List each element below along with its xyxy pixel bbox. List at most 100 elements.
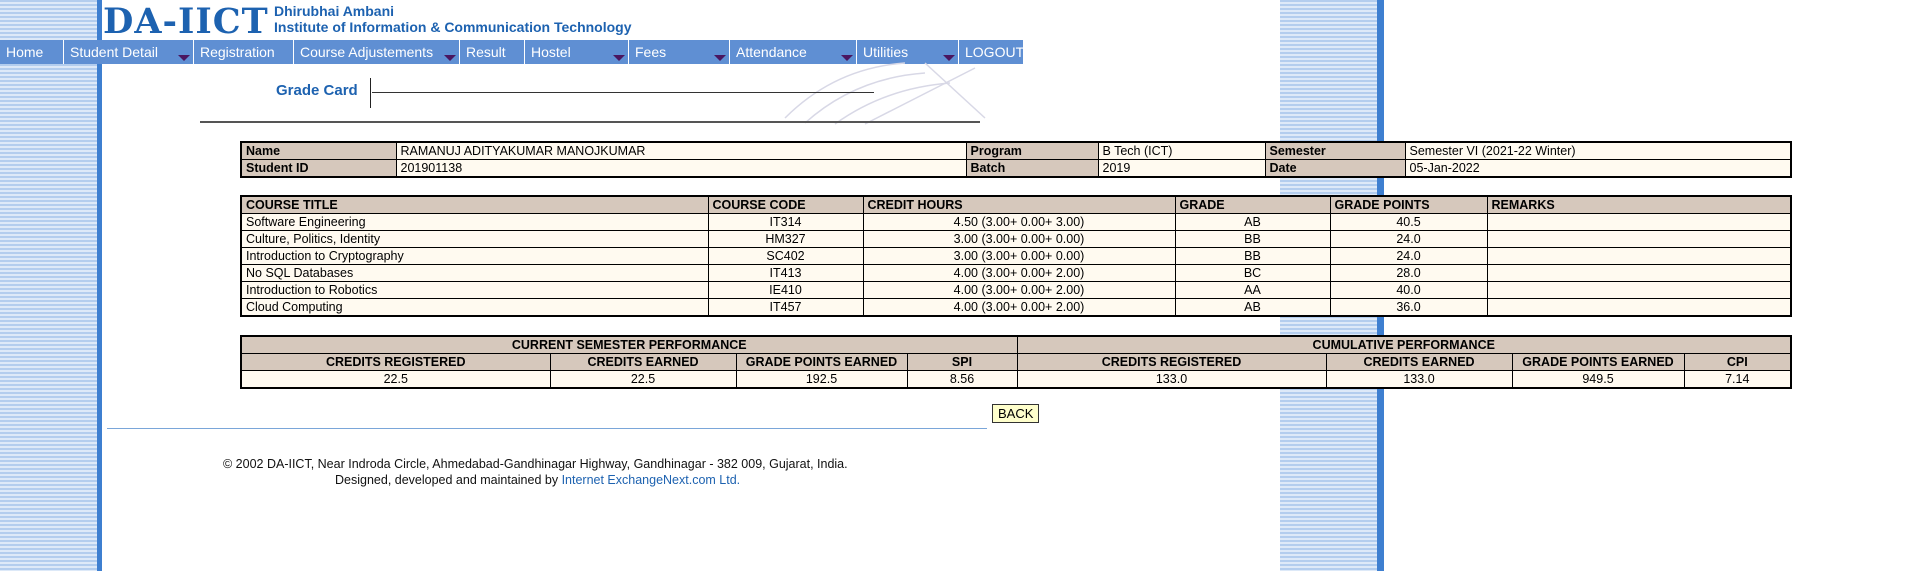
performance-title-row: CURRENT SEMESTER PERFORMANCE CUMULATIVE … (240, 335, 1792, 354)
logo[interactable]: DA-IICT (103, 1, 269, 42)
col-credits-registered: CREDITS REGISTERED (240, 353, 551, 371)
grade-points: 24.0 (1329, 230, 1488, 248)
institute-name-line2: Institute of Information & Communication… (274, 19, 632, 35)
spi-value: 8.56 (906, 370, 1018, 389)
course-title: Introduction to Robotics (240, 281, 709, 299)
date-label: Date (1264, 159, 1406, 178)
left-stripe-panel (0, 0, 97, 571)
student-id-label: Student ID (240, 159, 397, 178)
nav-label: Hostel (531, 44, 571, 60)
footer-vendor-link[interactable]: Internet ExchangeNext.com Ltd. (562, 473, 741, 487)
cum-credits-registered: 133.0 (1016, 370, 1327, 389)
student-name: RAMANUJ ADITYAKUMAR MANOJKUMAR (395, 141, 967, 160)
course-header-row: COURSE TITLE COURSE CODE CREDIT HOURS GR… (240, 195, 1792, 214)
current-semester-performance-title: CURRENT SEMESTER PERFORMANCE (240, 335, 1018, 354)
credit-hours: 3.00 (3.00+ 0.00+ 0.00) (862, 230, 1176, 248)
nav-label: Course Adjustements (300, 44, 434, 60)
watermark-graphic (784, 62, 986, 125)
course-title: Introduction to Cryptography (240, 247, 709, 265)
col-spi: SPI (906, 353, 1018, 371)
course-table: COURSE TITLE COURSE CODE CREDIT HOURS GR… (240, 195, 1792, 317)
course-code: IT314 (707, 213, 864, 231)
dropdown-arrow-icon (444, 55, 456, 61)
batch-label: Batch (965, 159, 1099, 178)
back-button[interactable]: BACK (992, 404, 1040, 423)
batch-value: 2019 (1097, 159, 1266, 178)
table-row: Software Engineering IT314 4.50 (3.00+ 0… (240, 213, 1792, 231)
institute-name-line1: Dhirubhai Ambani (274, 3, 395, 19)
course-title: No SQL Databases (240, 264, 709, 282)
nav-label: Registration (200, 44, 275, 60)
grade: BC (1174, 264, 1331, 282)
table-row: Culture, Politics, Identity HM327 3.00 (… (240, 230, 1792, 248)
course-code: IT413 (707, 264, 864, 282)
left-stripe-edge (97, 0, 102, 571)
grade: AA (1174, 281, 1331, 299)
grade: AB (1174, 213, 1331, 231)
course-title: Software Engineering (240, 213, 709, 231)
nav-registration[interactable]: Registration (194, 40, 294, 64)
table-row: 22.5 22.5 192.5 8.56 133.0 133.0 949.5 7… (240, 370, 1792, 389)
grade-points: 36.0 (1329, 298, 1488, 317)
date-value: 05-Jan-2022 (1404, 159, 1792, 178)
grade: AB (1174, 298, 1331, 317)
performance-header-row: CREDITS REGISTERED CREDITS EARNED GRADE … (240, 353, 1792, 371)
nav-student-detail[interactable]: Student Detail (64, 40, 194, 64)
program-value: B Tech (ICT) (1097, 141, 1266, 160)
name-label: Name (240, 141, 397, 160)
grade: BB (1174, 230, 1331, 248)
title-divider (370, 78, 371, 108)
cumulative-performance-title: CUMULATIVE PERFORMANCE (1016, 335, 1792, 354)
course-code: SC402 (707, 247, 864, 265)
course-title: Cloud Computing (240, 298, 709, 317)
footer-credits: Designed, developed and maintained by In… (335, 473, 740, 487)
credit-hours: 4.00 (3.00+ 0.00+ 2.00) (862, 264, 1176, 282)
remarks (1486, 230, 1792, 248)
nav-home[interactable]: Home (0, 40, 64, 64)
page-title: Grade Card (276, 82, 358, 99)
student-info-table: Name RAMANUJ ADITYAKUMAR MANOJKUMAR Prog… (240, 141, 1792, 178)
nav-hostel[interactable]: Hostel (525, 40, 629, 64)
nav-course-adjustements[interactable]: Course Adjustements (294, 40, 460, 64)
footer-credits-text: Designed, developed and maintained by (335, 473, 559, 487)
table-row: Name RAMANUJ ADITYAKUMAR MANOJKUMAR Prog… (240, 141, 1792, 160)
remarks (1486, 213, 1792, 231)
grade-points-earned: 192.5 (735, 370, 908, 389)
col-course-title: COURSE TITLE (240, 195, 709, 214)
col-remarks: REMARKS (1486, 195, 1792, 214)
credit-hours: 4.00 (3.00+ 0.00+ 2.00) (862, 298, 1176, 317)
student-id-value: 201901138 (395, 159, 967, 178)
performance-table: CURRENT SEMESTER PERFORMANCE CUMULATIVE … (240, 335, 1792, 389)
col-course-code: COURSE CODE (707, 195, 864, 214)
remarks (1486, 247, 1792, 265)
semester-value: Semester VI (2021-22 Winter) (1404, 141, 1792, 160)
col-credit-hours: CREDIT HOURS (862, 195, 1176, 214)
table-row: Introduction to Cryptography SC402 3.00 … (240, 247, 1792, 265)
grade: BB (1174, 247, 1331, 265)
cum-credits-earned: 133.0 (1325, 370, 1513, 389)
nav-label: Result (466, 44, 506, 60)
table-row: Student ID 201901138 Batch 2019 Date 05-… (240, 159, 1792, 178)
col-cpi: CPI (1683, 353, 1792, 371)
nav-fees[interactable]: Fees (629, 40, 730, 64)
credits-registered: 22.5 (240, 370, 551, 389)
table-row: Cloud Computing IT457 4.00 (3.00+ 0.00+ … (240, 298, 1792, 317)
grade-points: 40.5 (1329, 213, 1488, 231)
course-code: HM327 (707, 230, 864, 248)
nav-label: Student Detail (70, 44, 158, 60)
col-cum-credits-earned: CREDITS EARNED (1325, 353, 1513, 371)
nav-label: Home (6, 44, 44, 60)
dropdown-arrow-icon (714, 55, 726, 61)
remarks (1486, 281, 1792, 299)
nav-result[interactable]: Result (460, 40, 525, 64)
grade-points: 40.0 (1329, 281, 1488, 299)
cpi-value: 7.14 (1683, 370, 1792, 389)
credits-earned: 22.5 (549, 370, 737, 389)
table-row: Introduction to Robotics IE410 4.00 (3.0… (240, 281, 1792, 299)
title-rule (372, 92, 874, 93)
remarks (1486, 298, 1792, 317)
course-title: Culture, Politics, Identity (240, 230, 709, 248)
col-grade: GRADE (1174, 195, 1331, 214)
grade-points: 28.0 (1329, 264, 1488, 282)
cum-grade-points-earned: 949.5 (1511, 370, 1685, 389)
